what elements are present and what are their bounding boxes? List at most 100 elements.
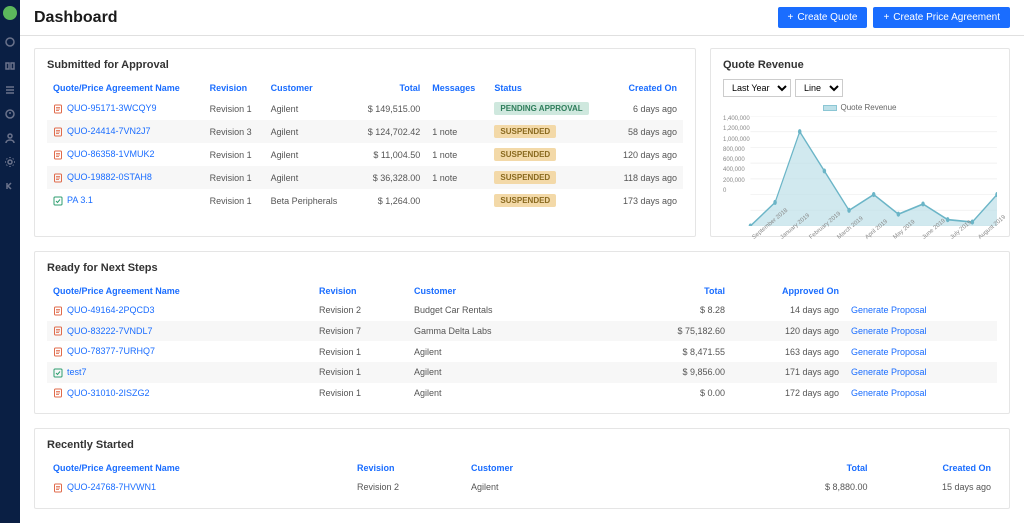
panel-title: Submitted for Approval bbox=[47, 59, 683, 71]
customer-cell: Agilent bbox=[408, 362, 617, 383]
nav-list-icon[interactable] bbox=[4, 84, 16, 96]
col-created[interactable]: Created On bbox=[608, 79, 683, 97]
customer-cell: Beta Peripherals bbox=[265, 189, 354, 212]
generate-proposal-link[interactable]: Generate Proposal bbox=[851, 326, 927, 336]
revision-cell: Revision 2 bbox=[351, 477, 465, 498]
quote-doc-icon bbox=[53, 127, 63, 137]
generate-proposal-link[interactable]: Generate Proposal bbox=[851, 367, 927, 377]
nav-user-icon[interactable] bbox=[4, 132, 16, 144]
generate-proposal-link[interactable]: Generate Proposal bbox=[851, 347, 927, 357]
quote-link[interactable]: QUO-78377-7URHQ7 bbox=[67, 346, 155, 356]
quote-revenue-panel: Quote Revenue Last Year Line Quote Reven… bbox=[710, 48, 1010, 237]
nav-dashboard-icon[interactable] bbox=[4, 36, 16, 48]
quote-link[interactable]: test7 bbox=[67, 367, 87, 377]
generate-proposal-link[interactable]: Generate Proposal bbox=[851, 305, 927, 315]
quote-link[interactable]: QUO-49164-2PQCD3 bbox=[67, 305, 155, 315]
total-cell: $ 124,702.42 bbox=[353, 120, 426, 143]
table-row: QUO-95171-3WCQY9Revision 1Agilent$ 149,5… bbox=[47, 97, 683, 120]
col-customer[interactable]: Customer bbox=[465, 459, 750, 477]
chart-type-select[interactable]: Line bbox=[795, 79, 843, 97]
create-pa-label: Create Price Agreement bbox=[893, 12, 1000, 23]
generate-proposal-link[interactable]: Generate Proposal bbox=[851, 388, 927, 398]
col-revision[interactable]: Revision bbox=[351, 459, 465, 477]
nav-compare-icon[interactable] bbox=[4, 60, 16, 72]
customer-cell: Agilent bbox=[265, 143, 354, 166]
total-cell: $ 0.00 bbox=[617, 383, 731, 404]
created-cell: 15 days ago bbox=[874, 477, 998, 498]
nav-collapse-icon[interactable] bbox=[4, 180, 16, 192]
customer-cell: Agilent bbox=[265, 97, 354, 120]
col-action bbox=[845, 282, 997, 300]
logo-icon[interactable] bbox=[3, 6, 17, 20]
quote-link[interactable]: QUO-86358-1VMUK2 bbox=[67, 149, 155, 159]
revision-cell: Revision 3 bbox=[204, 120, 265, 143]
quote-link[interactable]: QUO-95171-3WCQY9 bbox=[67, 103, 157, 113]
y-tick: 1,000,000 bbox=[723, 137, 750, 143]
approved-cell: 120 days ago bbox=[731, 321, 845, 342]
page-title: Dashboard bbox=[34, 9, 118, 27]
status-cell: SUSPENDED bbox=[488, 120, 608, 143]
quote-link[interactable]: QUO-83222-7VNDL7 bbox=[67, 326, 153, 336]
customer-cell: Agilent bbox=[265, 166, 354, 189]
pa-doc-icon bbox=[53, 368, 63, 378]
topbar: Dashboard +Create Quote +Create Price Ag… bbox=[20, 0, 1024, 36]
created-cell: 118 days ago bbox=[608, 166, 683, 189]
col-customer[interactable]: Customer bbox=[265, 79, 354, 97]
pa-doc-icon bbox=[53, 196, 63, 206]
legend-swatch-icon bbox=[823, 105, 837, 111]
table-row: QUO-86358-1VMUK2 Revision 1Agilent$ 11,00… bbox=[47, 143, 683, 166]
quote-link[interactable]: QUO-31010-2ISZG2 bbox=[67, 388, 150, 398]
create-price-agreement-button[interactable]: +Create Price Agreement bbox=[873, 7, 1010, 28]
table-row: QUO-24414-7VN2J7 Revision 3Agilent$ 124,7… bbox=[47, 120, 683, 143]
col-name[interactable]: Quote/Price Agreement Name bbox=[47, 282, 313, 300]
status-badge: SUSPENDED bbox=[494, 125, 556, 138]
col-revision[interactable]: Revision bbox=[204, 79, 265, 97]
col-total[interactable]: Total bbox=[617, 282, 731, 300]
chart-legend: Quote Revenue bbox=[723, 103, 997, 112]
col-approved[interactable]: Approved On bbox=[731, 282, 845, 300]
revision-cell: Revision 1 bbox=[313, 383, 408, 404]
quote-link[interactable]: QUO-19882-0STAH8 bbox=[67, 172, 152, 182]
customer-cell: Agilent bbox=[265, 120, 354, 143]
messages-cell: 1 note bbox=[426, 166, 488, 189]
y-tick: 800,000 bbox=[723, 147, 750, 153]
approved-cell: 14 days ago bbox=[731, 300, 845, 321]
approved-cell: 163 days ago bbox=[731, 341, 845, 362]
quote-doc-icon bbox=[53, 150, 63, 160]
panel-title: Recently Started bbox=[47, 439, 997, 451]
period-select[interactable]: Last Year bbox=[723, 79, 791, 97]
col-customer[interactable]: Customer bbox=[408, 282, 617, 300]
col-created[interactable]: Created On bbox=[874, 459, 998, 477]
panel-title: Quote Revenue bbox=[723, 59, 997, 71]
quote-link[interactable]: QUO-24768-7HVWN1 bbox=[67, 482, 156, 492]
total-cell: $ 8,880.00 bbox=[750, 477, 874, 498]
panel-title: Ready for Next Steps bbox=[47, 262, 997, 274]
create-quote-button[interactable]: +Create Quote bbox=[778, 7, 868, 28]
col-name[interactable]: Quote/Price Agreement Name bbox=[47, 459, 351, 477]
col-status[interactable]: Status bbox=[488, 79, 608, 97]
status-badge: SUSPENDED bbox=[494, 148, 556, 161]
col-messages[interactable]: Messages bbox=[426, 79, 488, 97]
col-name[interactable]: Quote/Price Agreement Name bbox=[47, 79, 204, 97]
nav-settings-icon[interactable] bbox=[4, 156, 16, 168]
messages-cell: 1 note bbox=[426, 120, 488, 143]
total-cell: $ 11,004.50 bbox=[353, 143, 426, 166]
col-total[interactable]: Total bbox=[750, 459, 874, 477]
revision-cell: Revision 1 bbox=[204, 143, 265, 166]
revision-cell: Revision 1 bbox=[313, 341, 408, 362]
customer-cell: Agilent bbox=[408, 383, 617, 404]
plus-icon: + bbox=[788, 12, 794, 23]
recent-table: Quote/Price Agreement Name Revision Cust… bbox=[47, 459, 997, 498]
customer-cell: Agilent bbox=[408, 341, 617, 362]
table-row: QUO-24768-7HVWN1Revision 2Agilent$ 8,880… bbox=[47, 477, 997, 498]
nav-help-icon[interactable] bbox=[4, 108, 16, 120]
messages-cell bbox=[426, 189, 488, 212]
col-revision[interactable]: Revision bbox=[313, 282, 408, 300]
quote-link[interactable]: QUO-24414-7VN2J7 bbox=[67, 126, 151, 136]
total-cell: $ 149,515.00 bbox=[353, 97, 426, 120]
quote-link[interactable]: PA 3.1 bbox=[67, 195, 93, 205]
col-total[interactable]: Total bbox=[353, 79, 426, 97]
table-row: QUO-83222-7VNDL7Revision 7Gamma Delta La… bbox=[47, 321, 997, 342]
table-row: PA 3.1Revision 1Beta Peripherals$ 1,264.… bbox=[47, 189, 683, 212]
y-tick: 0 bbox=[723, 188, 750, 194]
